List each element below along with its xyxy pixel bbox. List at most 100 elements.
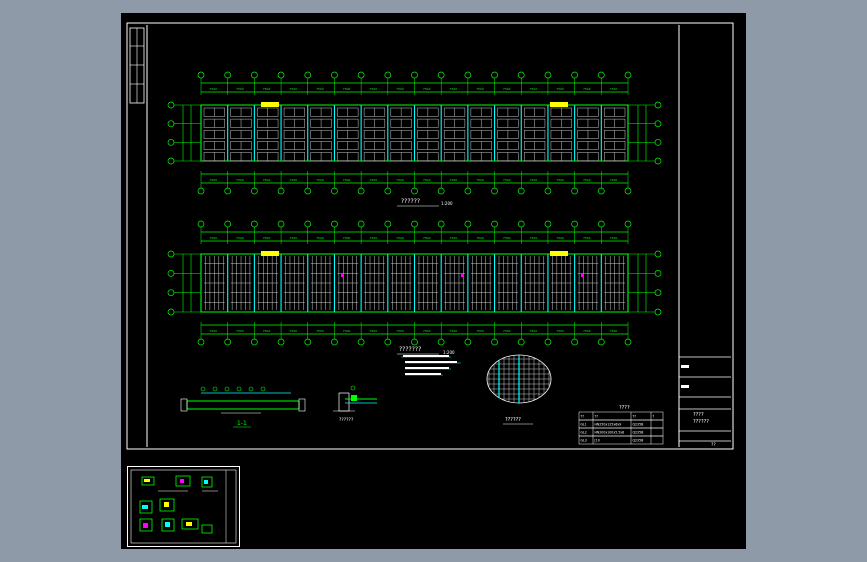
axis-bubble — [491, 220, 498, 228]
plan1-title: ?????? — [401, 198, 420, 205]
axis-bubble — [384, 220, 392, 228]
dimension-text: 7500 — [263, 329, 271, 333]
axis-bubble — [411, 187, 418, 195]
axis-bubble — [544, 220, 552, 228]
axis-bubble — [437, 220, 445, 228]
section-label: 1-1 — [237, 420, 247, 427]
dimension-text: 7500 — [450, 87, 458, 91]
accent-marker — [461, 274, 463, 277]
axis-bubble — [197, 187, 205, 195]
dimension-text: 7500 — [316, 236, 324, 240]
dimension-text: 7500 — [369, 87, 377, 91]
dimension-text: 7500 — [209, 236, 217, 240]
dimension-text: 7500 — [343, 329, 351, 333]
dimension-text: 7500 — [289, 236, 297, 240]
axis-bubble — [654, 250, 662, 258]
axis-bubble — [331, 187, 338, 195]
dimension-text: 7500 — [316, 329, 324, 333]
connection-detail — [333, 385, 377, 412]
axis-bubble — [167, 269, 175, 277]
axis-bubble — [624, 220, 632, 228]
dimension-text: 7500 — [556, 329, 564, 333]
table-cell: ?? — [581, 415, 585, 419]
dimension-text: 7500 — [209, 87, 217, 91]
dimension-text: 7500 — [476, 178, 484, 182]
dimension-text: 7500 — [476, 87, 484, 91]
axis-bubble — [597, 338, 605, 346]
axis-bubble — [624, 338, 632, 346]
axis-bubble — [654, 308, 662, 316]
table-cell: GL1 — [581, 423, 587, 427]
axis-bubble — [277, 338, 285, 346]
axis-bubble — [544, 187, 552, 195]
highlight-marker — [261, 102, 279, 107]
dimension-text: 7500 — [583, 329, 591, 333]
table-cell: HN200x100x5.5x8 — [595, 431, 625, 435]
axis-bubble — [304, 338, 312, 346]
axis-bubble — [304, 71, 312, 79]
plan2-scale: 1:200 — [443, 350, 455, 355]
axis-bubble — [224, 187, 232, 195]
axis-bubble — [517, 338, 525, 346]
dimension-text: 7500 — [503, 178, 511, 182]
axis-bubble — [464, 71, 472, 79]
dimension-text: 7500 — [530, 329, 538, 333]
axis-bubble — [464, 338, 472, 346]
axis-bubble — [167, 308, 175, 316]
layout-thumbnail[interactable] — [127, 466, 240, 547]
dimension-text: 7500 — [289, 87, 297, 91]
axis-bubble — [197, 71, 205, 79]
dimension-text: 7500 — [610, 236, 618, 240]
table-row — [578, 411, 664, 421]
axis-bubble — [277, 187, 285, 195]
axis-bubble — [224, 220, 232, 228]
axis-bubble — [331, 338, 338, 346]
axis-bubble — [571, 71, 578, 79]
section-1-1 — [180, 386, 306, 414]
roof-plan-2: 7500 7500 7500 7500 7500 7500 7500 7500 7500 7500… — [167, 220, 662, 346]
axis-bubble — [517, 187, 525, 195]
axis-bubble — [384, 71, 392, 79]
axis-bubble — [384, 187, 392, 195]
dimension-text: 7500 — [450, 236, 458, 240]
dimension-text: 7500 — [396, 329, 404, 333]
axis-bubble — [571, 220, 578, 228]
dimension-text: 7500 — [530, 236, 538, 240]
axis-bubble — [411, 71, 418, 79]
axis-bubble — [437, 71, 445, 79]
axis-bubble — [411, 220, 418, 228]
dimension-text: 7500 — [610, 87, 618, 91]
table-cell: Q235B — [633, 439, 644, 443]
dimension-text: 7500 — [236, 236, 244, 240]
table-cell: ?? — [595, 415, 599, 419]
axis-bubble — [571, 187, 578, 195]
axis-bubble — [277, 220, 285, 228]
dimension-text: 7500 — [423, 329, 431, 333]
axis-bubble — [491, 187, 498, 195]
dimension-text: 7500 — [503, 236, 511, 240]
accent-marker — [341, 274, 343, 277]
axis-bubble — [167, 250, 175, 258]
dimension-text: 7500 — [236, 178, 244, 182]
axis-bubble — [251, 71, 258, 79]
axis-bubble — [654, 157, 662, 165]
dimension-text: 7500 — [263, 87, 271, 91]
notes-block — [401, 356, 461, 376]
axis-bubble — [437, 187, 445, 195]
axis-bubble — [571, 338, 578, 346]
dimension-text: 7500 — [530, 178, 538, 182]
thumbnail-sheet — [130, 469, 237, 544]
plan2-title: ??????? — [399, 346, 421, 353]
axis-bubble — [357, 220, 365, 228]
axis-bubble — [167, 157, 175, 165]
dimension-text: 7500 — [263, 178, 271, 182]
axis-bubble — [624, 71, 632, 79]
dimension-text: 7500 — [476, 329, 484, 333]
dimension-text: 7500 — [610, 329, 618, 333]
axis-bubble — [491, 338, 498, 346]
dimension-text: 7500 — [369, 178, 377, 182]
axis-bubble — [654, 101, 662, 109]
axis-bubble — [597, 220, 605, 228]
axis-bubble — [304, 187, 312, 195]
dimension-text: 7500 — [209, 329, 217, 333]
